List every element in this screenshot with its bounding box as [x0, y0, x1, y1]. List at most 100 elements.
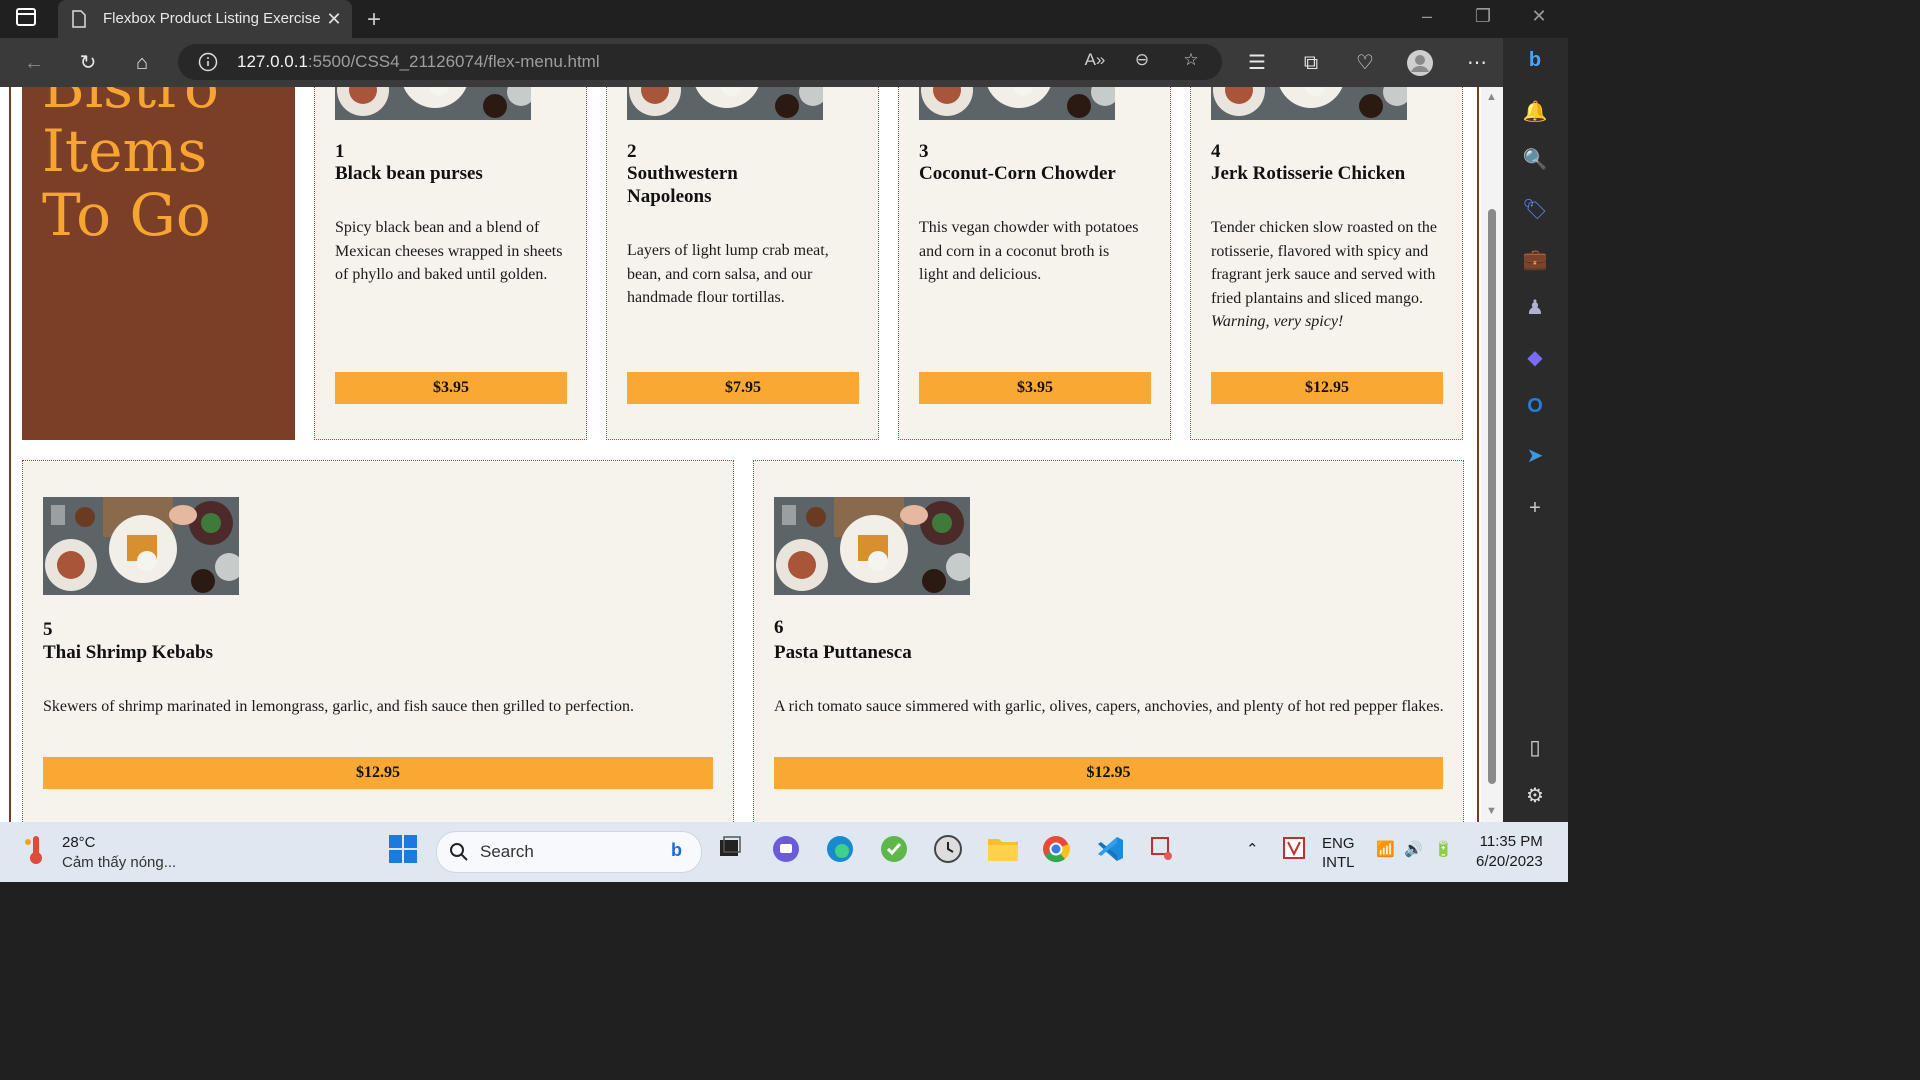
thermometer-icon [25, 836, 42, 864]
collections-icon[interactable]: ⧉ [1298, 50, 1324, 76]
item-number: 3 [919, 141, 929, 162]
clock[interactable]: 11:35 PM 6/20/2023 [1476, 832, 1543, 872]
page-icon [72, 10, 88, 28]
task-view-icon[interactable] [716, 834, 750, 868]
tray-app-icon[interactable] [1282, 836, 1316, 870]
site-info-icon[interactable] [198, 52, 218, 72]
food-photo [919, 87, 1115, 120]
close-window-icon[interactable]: ✕ [1527, 6, 1551, 27]
volume-icon[interactable]: 🔊 [1404, 840, 1423, 858]
performance-icon[interactable]: ♡ [1352, 50, 1378, 76]
sidebar-toggle-icon[interactable]: ▯ [1521, 734, 1549, 762]
food-photo [627, 87, 823, 120]
favorites-icon[interactable]: ☰ [1244, 50, 1270, 76]
app-icon[interactable] [879, 834, 913, 868]
address-bar[interactable]: 127.0.0.1:5500/CSS4_21126074/flex-menu.h… [178, 44, 1222, 80]
home-icon[interactable]: ⌂ [129, 50, 155, 76]
weather-widget[interactable]: 28°C Cảm thấy nóng... [22, 832, 176, 871]
start-icon[interactable] [388, 834, 422, 868]
item-name: Coconut-Corn Chowder [919, 163, 1116, 184]
snipping-tool-icon[interactable] [1148, 834, 1182, 868]
item-description: Spicy black bean and a blend of Mexican … [335, 219, 563, 283]
close-tab-icon[interactable]: ✕ [324, 9, 344, 30]
item-description: A rich tomato sauce simmered with garlic… [774, 698, 1444, 715]
edge-browser-icon[interactable] [825, 834, 859, 868]
weather-desc: Cảm thấy nóng... [62, 854, 177, 871]
food-photo [335, 87, 531, 120]
tab-actions-icon[interactable] [16, 8, 42, 30]
bing-copilot-icon[interactable]: b [1521, 46, 1549, 74]
windows-taskbar: 28°C Cảm thấy nóng... Search b ⌃ ENG INT… [0, 822, 1568, 882]
back-icon[interactable]: ← [21, 50, 47, 76]
food-photo [774, 497, 970, 595]
scroll-up-arrow-icon[interactable]: ▲ [1486, 91, 1497, 103]
warning-text: Warning, very spicy! [1211, 313, 1344, 330]
restore-icon[interactable]: ❐ [1471, 6, 1495, 27]
price-button[interactable]: $12.95 [43, 757, 713, 789]
active-tab[interactable]: Flexbox Product Listing Exercise ✕ [58, 0, 352, 38]
price-button[interactable]: $3.95 [919, 372, 1151, 404]
item-description: Skewers of shrimp marinated in lemongras… [43, 698, 634, 715]
clock-app-icon[interactable] [933, 834, 967, 868]
menu-card-4: 4 Jerk Rotisserie Chicken Tender chicken… [1190, 87, 1463, 440]
minimize-icon[interactable]: – [1415, 6, 1439, 27]
shopping-tag-icon[interactable]: 🏷 [1521, 196, 1549, 224]
menu-heading: Bistro Items To Go [42, 87, 219, 249]
search-icon[interactable]: 🔍 [1521, 146, 1549, 174]
menu-card-2: 2 Southwestern Napoleons Layers of light… [606, 87, 879, 440]
taskbar-search[interactable]: Search b [436, 831, 702, 873]
scroll-down-arrow-icon[interactable]: ▼ [1486, 805, 1497, 817]
price-button[interactable]: $3.95 [335, 372, 567, 404]
edge-sidebar: b 🔔 🔍 🏷 💼 ♟ ◆ O ➤ + ▯ ⚙ [1503, 38, 1568, 822]
profile-avatar-icon[interactable] [1407, 50, 1433, 76]
more-options-icon[interactable]: ⋯ [1464, 50, 1490, 76]
item-name: Pasta Puttanesca [774, 642, 912, 663]
wifi-icon[interactable]: 📶 [1376, 840, 1395, 858]
chrome-icon[interactable] [1041, 834, 1075, 868]
food-photo [1211, 87, 1407, 120]
vscode-icon[interactable] [1095, 834, 1129, 868]
new-tab-icon[interactable]: + [362, 6, 386, 34]
browser-toolbar: ← ↻ ⌂ 127.0.0.1:5500/CSS4_21126074/flex-… [0, 38, 1568, 87]
item-description: Tender chicken slow roasted on the rotis… [1211, 219, 1437, 330]
teams-chat-icon[interactable] [771, 834, 805, 868]
item-number: 2 [627, 141, 637, 162]
weather-temp: 28°C [62, 834, 96, 851]
item-number: 5 [43, 619, 53, 640]
item-number: 4 [1211, 141, 1221, 162]
menu-page: Bistro Items To Go 1 Black bean purses S… [9, 87, 1479, 822]
show-hidden-icons-icon[interactable]: ⌃ [1246, 840, 1259, 858]
item-number: 1 [335, 141, 345, 162]
price-button[interactable]: $12.95 [774, 757, 1443, 789]
outlook-icon[interactable]: O [1521, 392, 1549, 420]
search-icon [450, 843, 468, 861]
favorite-star-icon[interactable]: ☆ [1178, 50, 1204, 74]
item-name: Thai Shrimp Kebabs [43, 642, 213, 663]
price-button[interactable]: $12.95 [1211, 372, 1443, 404]
scroll-thumb[interactable] [1488, 209, 1496, 784]
add-icon[interactable]: + [1521, 494, 1549, 522]
notification-bell-icon[interactable]: 🔔 [1521, 98, 1549, 126]
games-icon[interactable]: ♟ [1521, 294, 1549, 322]
file-explorer-icon[interactable] [987, 834, 1021, 868]
item-description: This vegan chowder with potatoes and cor… [919, 219, 1139, 283]
tools-briefcase-icon[interactable]: 💼 [1521, 246, 1549, 274]
send-icon[interactable]: ➤ [1521, 442, 1549, 470]
settings-gear-icon[interactable]: ⚙ [1521, 782, 1549, 810]
item-number: 6 [774, 617, 784, 638]
menu-heading-box: Bistro Items To Go [22, 87, 295, 440]
menu-card-6: 6 Pasta Puttanesca A rich tomato sauce s… [753, 460, 1464, 822]
zoom-icon[interactable]: ⊖ [1129, 50, 1155, 74]
food-photo [43, 497, 239, 595]
read-aloud-icon[interactable]: A» [1082, 50, 1108, 74]
menu-card-5: 5 Thai Shrimp Kebabs Skewers of shrimp m… [22, 460, 734, 822]
bing-icon: b [671, 840, 682, 860]
refresh-icon[interactable]: ↻ [75, 50, 101, 76]
microsoft-365-icon[interactable]: ◆ [1521, 344, 1549, 372]
vertical-scrollbar[interactable]: ▲ ▼ [1481, 87, 1503, 822]
battery-icon[interactable]: 🔋 [1434, 840, 1453, 858]
item-name: Jerk Rotisserie Chicken [1211, 163, 1406, 184]
price-button[interactable]: $7.95 [627, 372, 859, 404]
language-indicator[interactable]: ENG INTL [1322, 834, 1355, 872]
menu-card-3: 3 Coconut-Corn Chowder This vegan chowde… [898, 87, 1171, 440]
